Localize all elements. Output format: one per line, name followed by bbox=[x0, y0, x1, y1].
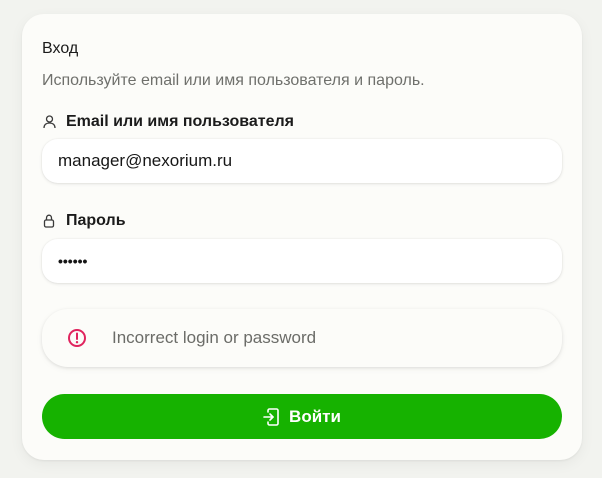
error-alert: Incorrect login or password bbox=[42, 309, 562, 367]
user-icon bbox=[42, 115, 56, 129]
error-message: Incorrect login or password bbox=[112, 328, 317, 347]
email-field-label: Email или имя пользователя bbox=[42, 113, 294, 131]
email-label-text: Email или имя пользователя bbox=[66, 113, 294, 130]
email-input-container bbox=[42, 139, 562, 183]
password-input-container bbox=[42, 239, 562, 283]
card-title: Вход bbox=[42, 40, 79, 57]
login-card: Вход Используйте email или имя пользоват… bbox=[22, 14, 582, 460]
password-label-text: Пароль bbox=[66, 212, 126, 229]
alert-circle-icon bbox=[67, 328, 87, 348]
card-subtitle: Используйте email или имя пользователя и… bbox=[42, 72, 425, 89]
password-field-label: Пароль bbox=[42, 212, 126, 230]
password-input[interactable] bbox=[42, 239, 562, 283]
email-input[interactable] bbox=[42, 139, 562, 183]
login-icon bbox=[263, 407, 279, 426]
lock-icon bbox=[42, 214, 56, 228]
login-button-label: Войти bbox=[289, 406, 341, 426]
login-button[interactable]: Войти bbox=[42, 394, 562, 439]
